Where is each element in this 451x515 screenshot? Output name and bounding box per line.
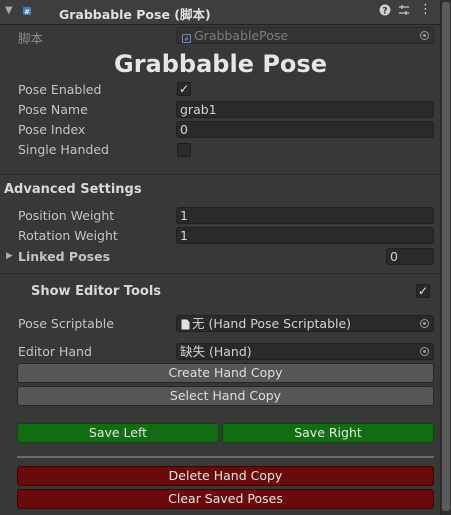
svg-text:#: # [184, 36, 189, 43]
help-icon[interactable]: ? [379, 4, 391, 19]
rotation-weight-label: Rotation Weight [18, 228, 118, 243]
pose-scriptable-value: 无 (Hand Pose Scriptable) [192, 316, 352, 331]
pose-name-field[interactable]: grab1 [176, 101, 434, 118]
file-icon [181, 318, 190, 333]
buttons-divider [17, 456, 434, 458]
delete-hand-copy-button[interactable]: Delete Hand Copy [17, 466, 434, 486]
editor-hand-field[interactable]: 缺失 (Hand) [176, 343, 434, 360]
create-hand-copy-button[interactable]: Create Hand Copy [17, 363, 434, 383]
position-weight-field[interactable]: 1 [176, 207, 434, 224]
script-field-value: GrabbablePose [194, 28, 289, 43]
pose-scriptable-field[interactable]: 无 (Hand Pose Scriptable) [176, 315, 434, 332]
linked-poses-label[interactable]: Linked Poses [18, 249, 110, 264]
show-editor-tools-label: Show Editor Tools [31, 284, 162, 299]
save-left-button[interactable]: Save Left [17, 423, 219, 443]
preset-icon[interactable] [398, 4, 410, 19]
pose-index-label: Pose Index [18, 122, 86, 137]
scrollbar-thumb[interactable] [442, 2, 450, 511]
svg-text:?: ? [382, 7, 387, 17]
clear-saved-poses-button[interactable]: Clear Saved Poses [17, 489, 434, 509]
pose-index-field[interactable]: 0 [176, 121, 434, 138]
show-editor-tools-checkbox[interactable]: ✓ [416, 284, 430, 298]
pose-enabled-label: Pose Enabled [18, 82, 102, 97]
linked-poses-foldout-icon[interactable]: ▶ [6, 251, 13, 261]
rotation-weight-field[interactable]: 1 [176, 227, 434, 244]
more-icon[interactable]: ⋮ [419, 3, 432, 16]
inspector-title: Grabbable Pose [114, 50, 327, 78]
svg-text:#: # [24, 8, 30, 16]
object-picker-icon[interactable] [420, 319, 429, 328]
editor-hand-label: Editor Hand [18, 344, 92, 359]
position-weight-label: Position Weight [18, 208, 115, 223]
section-divider [0, 174, 441, 175]
component-title: Grabbable Pose (脚本) [59, 7, 211, 22]
linked-poses-size-field[interactable]: 0 [386, 248, 434, 265]
pose-scriptable-label: Pose Scriptable [18, 316, 114, 331]
single-handed-checkbox[interactable] [177, 143, 191, 157]
save-right-button[interactable]: Save Right [222, 423, 434, 443]
script-field[interactable]: # GrabbablePose [176, 27, 434, 44]
object-picker-icon[interactable] [420, 347, 429, 356]
section-divider [0, 273, 441, 274]
single-handed-label: Single Handed [18, 142, 109, 157]
script-label: 脚本 [18, 31, 44, 46]
script-field-icon: # [182, 31, 191, 43]
select-hand-copy-button[interactable]: Select Hand Copy [17, 386, 434, 406]
pose-name-label: Pose Name [18, 102, 88, 117]
foldout-arrow-icon[interactable]: ▼ [5, 5, 13, 16]
pose-enabled-checkbox[interactable]: ✓ [177, 82, 191, 96]
script-icon: # [23, 7, 31, 16]
editor-hand-value: 缺失 (Hand) [180, 344, 252, 359]
advanced-settings-header: Advanced Settings [4, 182, 142, 197]
object-picker-icon[interactable] [420, 31, 429, 40]
